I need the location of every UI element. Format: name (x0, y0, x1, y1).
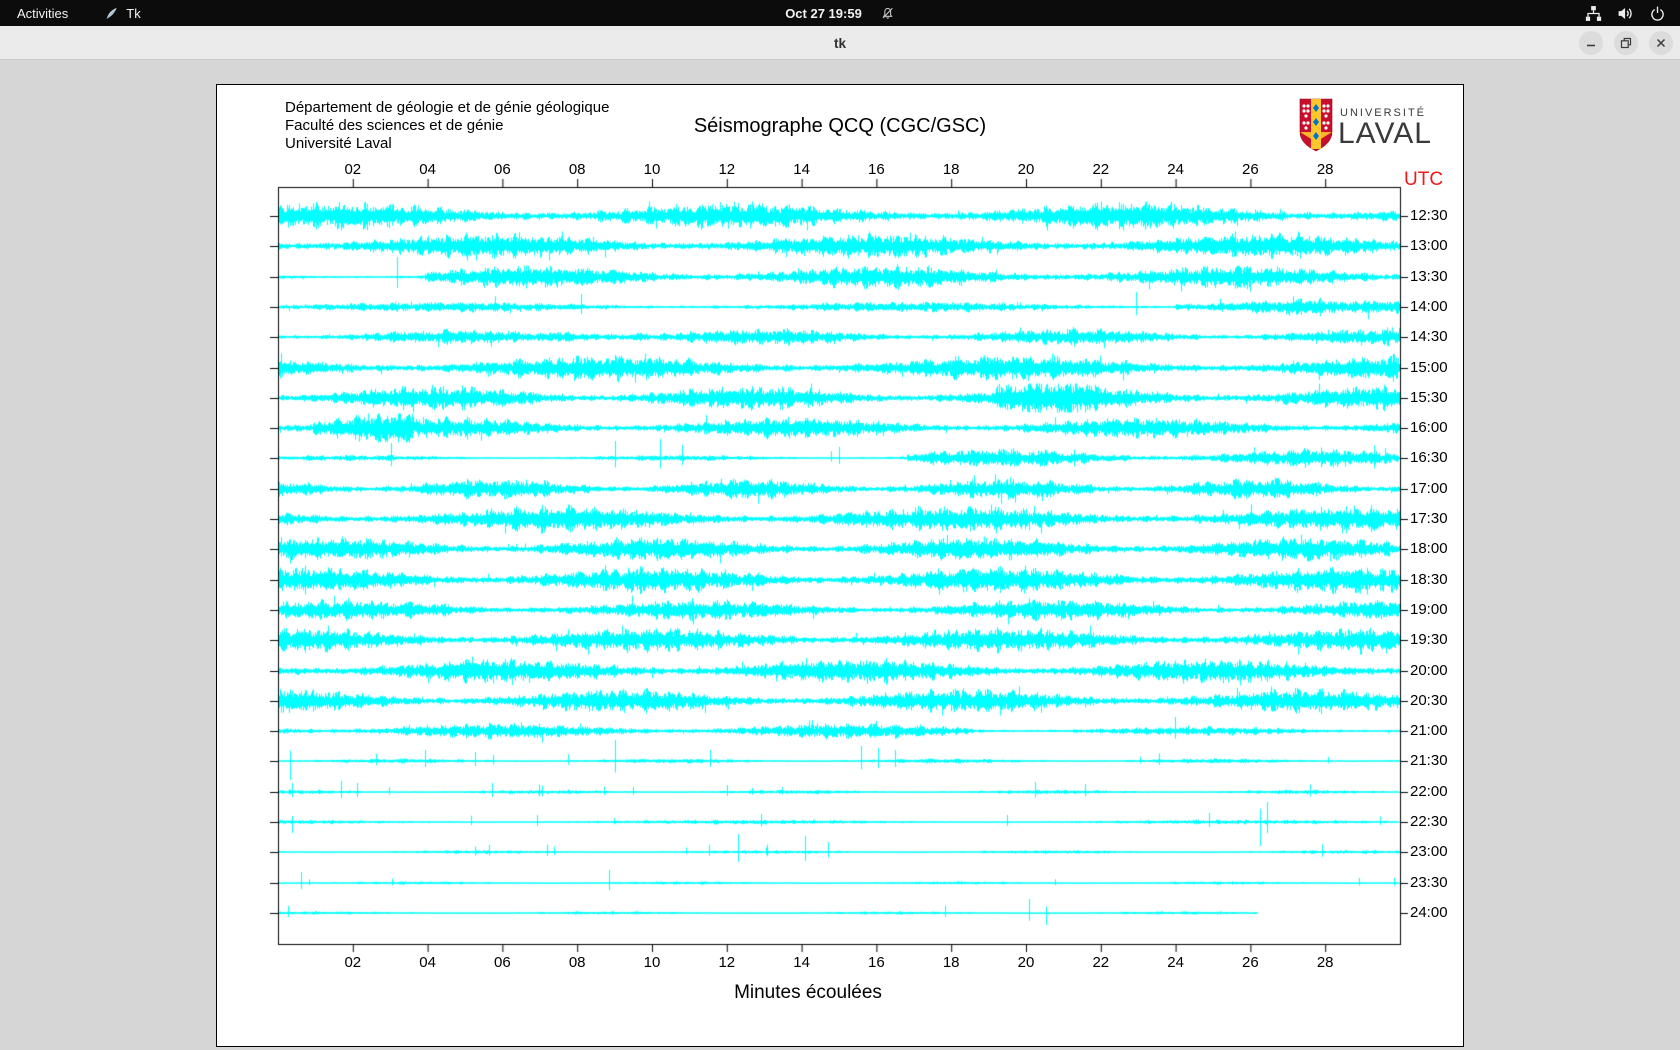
power-icon (1649, 5, 1666, 22)
volume-icon (1617, 5, 1634, 22)
x-tick-label-top: 22 (1092, 161, 1109, 178)
x-tick-label-bottom: 04 (419, 954, 436, 971)
utc-time-label: 14:00 (1410, 298, 1448, 315)
figure-title: Séismographe QCQ (CGC/GSC) (217, 115, 1463, 138)
utc-time-label: 18:30 (1410, 571, 1448, 588)
universite-laval-logo: UNIVERSITÉ LAVAL (1279, 98, 1459, 154)
utc-time-label: 21:00 (1410, 722, 1448, 739)
close-icon (1655, 37, 1667, 49)
clock-label: Oct 27 19:59 (785, 6, 862, 21)
x-tick-label-bottom: 28 (1317, 954, 1334, 971)
focused-app-label: Tk (126, 6, 140, 21)
x-tick-label-bottom: 22 (1092, 954, 1109, 971)
restore-icon (1620, 37, 1632, 49)
x-tick-label-bottom: 14 (793, 954, 810, 971)
notifications-muted-icon (880, 6, 895, 21)
x-tick-label-bottom: 10 (644, 954, 661, 971)
utc-time-label: 20:00 (1410, 662, 1448, 679)
utc-time-label: 19:30 (1410, 631, 1448, 648)
utc-time-label: 23:30 (1410, 874, 1448, 891)
clock-menu[interactable]: Oct 27 19:59 (785, 6, 895, 21)
tk-window-body: Département de géologie et de génie géol… (0, 60, 1680, 1050)
utc-time-label: 13:00 (1410, 237, 1448, 254)
x-tick-label-top: 14 (793, 161, 810, 178)
utc-time-label: 21:30 (1410, 752, 1448, 769)
minimize-icon (1585, 37, 1597, 49)
utc-time-label: 22:00 (1410, 783, 1448, 800)
activities-button[interactable]: Activities (17, 6, 68, 21)
x-tick-label-top: 28 (1317, 161, 1334, 178)
x-tick-label-bottom: 02 (344, 954, 361, 971)
utc-time-label: 20:30 (1410, 692, 1448, 709)
x-tick-label-bottom: 18 (943, 954, 960, 971)
utc-time-label: 14:30 (1410, 328, 1448, 345)
utc-time-label: 18:00 (1410, 540, 1448, 557)
network-wired-icon (1585, 5, 1602, 22)
x-tick-label-bottom: 06 (494, 954, 511, 971)
x-tick-label-top: 10 (644, 161, 661, 178)
tk-feather-icon (104, 6, 119, 21)
x-tick-label-bottom: 12 (718, 954, 735, 971)
system-status-area[interactable] (1585, 5, 1666, 22)
focused-app-indicator[interactable]: Tk (104, 6, 140, 21)
utc-time-label: 13:30 (1410, 268, 1448, 285)
utc-time-label: 12:30 (1410, 207, 1448, 224)
x-tick-label-top: 08 (569, 161, 586, 178)
logo-laval-text: LAVAL (1338, 117, 1432, 150)
utc-time-label: 15:00 (1410, 359, 1448, 376)
utc-time-label: 17:30 (1410, 510, 1448, 527)
utc-time-label: 17:00 (1410, 480, 1448, 497)
utc-time-label: 15:30 (1410, 389, 1448, 406)
x-tick-label-top: 04 (419, 161, 436, 178)
restore-button[interactable] (1614, 31, 1638, 55)
x-tick-label-top: 20 (1018, 161, 1035, 178)
x-tick-label-top: 24 (1167, 161, 1184, 178)
utc-time-label: 24:00 (1410, 904, 1448, 921)
x-tick-label-top: 26 (1242, 161, 1259, 178)
window-titlebar[interactable]: tk (0, 26, 1680, 60)
x-axis-label: Minutes écoulées (217, 982, 1399, 1004)
utc-time-label: 19:00 (1410, 601, 1448, 618)
x-tick-label-top: 16 (868, 161, 885, 178)
minimize-button[interactable] (1579, 31, 1603, 55)
seismogram-plot (217, 85, 1463, 1046)
utc-axis-label: UTC (1404, 169, 1443, 191)
x-tick-label-bottom: 20 (1018, 954, 1035, 971)
x-tick-label-bottom: 24 (1167, 954, 1184, 971)
x-tick-label-bottom: 08 (569, 954, 586, 971)
utc-time-label: 16:00 (1410, 419, 1448, 436)
x-tick-label-bottom: 16 (868, 954, 885, 971)
x-tick-label-top: 02 (344, 161, 361, 178)
utc-time-label: 22:30 (1410, 813, 1448, 830)
x-tick-label-top: 12 (718, 161, 735, 178)
utc-time-label: 23:00 (1410, 843, 1448, 860)
x-tick-label-bottom: 26 (1242, 954, 1259, 971)
utc-time-label: 16:30 (1410, 449, 1448, 466)
close-button[interactable] (1649, 31, 1673, 55)
gnome-top-bar: Activities Tk Oct 27 19:59 (0, 0, 1680, 26)
x-tick-label-top: 18 (943, 161, 960, 178)
x-tick-label-top: 06 (494, 161, 511, 178)
window-title: tk (0, 26, 1680, 60)
seismograph-figure: Département de géologie et de génie géol… (216, 84, 1464, 1047)
